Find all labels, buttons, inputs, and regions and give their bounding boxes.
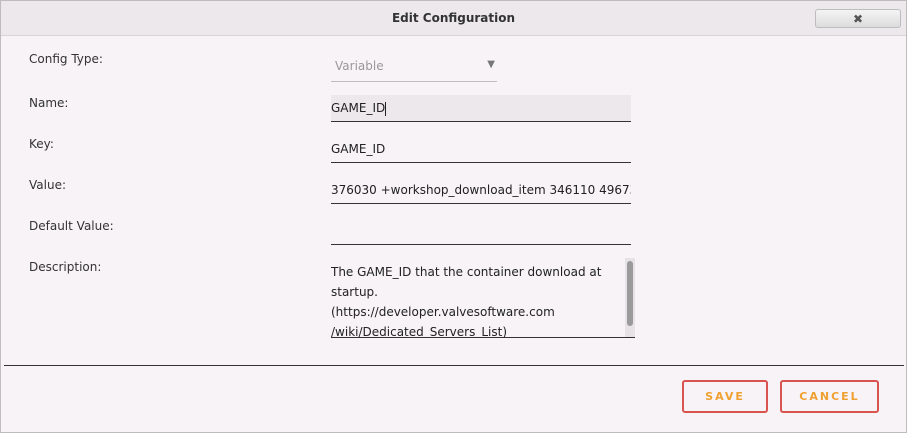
close-icon: ✖ — [852, 11, 864, 26]
value-field[interactable] — [331, 177, 631, 204]
dialog-titlebar: Edit Configuration ✖ — [1, 1, 906, 36]
description-textarea[interactable]: The GAME_ID that the container download … — [331, 258, 635, 338]
chevron-down-icon: ▼ — [487, 59, 495, 70]
text-caret — [385, 102, 386, 116]
description-scrollbar[interactable] — [625, 258, 635, 337]
dialog-title: Edit Configuration — [391, 11, 516, 25]
key-field[interactable] — [331, 136, 631, 163]
cancel-button[interactable]: CANCEL — [780, 380, 879, 413]
edit-configuration-dialog: Edit Configuration ✖ Config Type: Variab… — [0, 0, 907, 433]
name-label: Name: — [29, 96, 69, 110]
key-label: Key: — [29, 137, 54, 151]
description-text: The GAME_ID that the container download … — [331, 265, 602, 338]
value-label: Value: — [29, 178, 66, 192]
default-value-label: Default Value: — [29, 219, 114, 233]
close-button[interactable]: ✖ — [815, 9, 901, 28]
config-type-value: Variable — [335, 59, 384, 73]
default-value-field[interactable] — [331, 218, 631, 245]
value-input[interactable] — [331, 177, 631, 203]
save-button[interactable]: SAVE — [682, 380, 768, 413]
name-field[interactable] — [331, 95, 631, 122]
description-label: Description: — [29, 260, 102, 274]
config-type-label: Config Type: — [29, 52, 103, 66]
footer-divider — [4, 365, 904, 366]
config-type-select[interactable]: Variable ▼ — [331, 55, 497, 82]
scrollbar-thumb[interactable] — [627, 261, 633, 326]
name-input[interactable] — [331, 95, 631, 121]
key-input[interactable] — [331, 136, 631, 162]
default-value-input[interactable] — [331, 218, 631, 244]
